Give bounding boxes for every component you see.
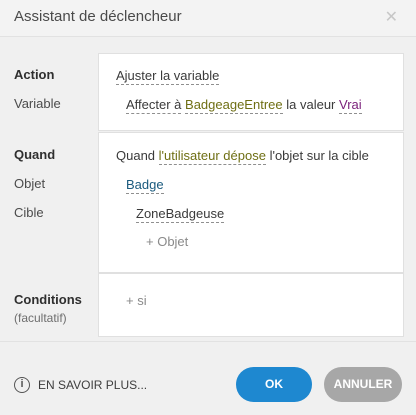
conditions-label: Conditions (14, 292, 82, 307)
action-section: Action Variable Ajuster la variable Affe… (0, 53, 416, 133)
add-object-button[interactable]: + Objet (146, 234, 188, 249)
variable-prefix: Affecter à (126, 97, 182, 114)
cancel-button[interactable]: ANNULER (324, 367, 402, 402)
info-icon[interactable]: i (14, 377, 30, 393)
learn-more-link[interactable]: EN SAVOIR PLUS... (38, 378, 147, 392)
close-icon[interactable]: ✕ (385, 7, 398, 27)
action-type-select[interactable]: Ajuster la variable (116, 68, 220, 85)
variable-name-select[interactable]: BadgeageEntree (185, 97, 283, 114)
when-section: Quand Objet Cible Quand l'utilisateur dé… (0, 132, 416, 273)
ok-button[interactable]: OK (236, 367, 312, 402)
target-select[interactable]: ZoneBadgeuse (136, 206, 225, 223)
when-sentence: Quand l'utilisateur dépose l'objet sur l… (116, 148, 369, 165)
object-label: Objet (14, 176, 46, 191)
target-label: Cible (14, 205, 44, 220)
action-label: Action (14, 67, 55, 82)
dialog-title: Assistant de déclencheur (14, 8, 182, 25)
dialog-content: Action Variable Ajuster la variable Affe… (0, 37, 416, 341)
conditions-sublabel: (facultatif) (14, 311, 67, 325)
dialog-title-bar: Assistant de déclencheur ✕ (0, 0, 416, 37)
when-box: Quand l'utilisateur dépose l'objet sur l… (98, 132, 404, 273)
dialog-footer: i EN SAVOIR PLUS... OK ANNULER (0, 341, 416, 415)
when-suffix: l'objet sur la cible (269, 148, 369, 163)
variable-value-select[interactable]: Vrai (339, 97, 362, 114)
action-box: Ajuster la variable Affecter à BadgeageE… (98, 53, 404, 131)
object-select[interactable]: Badge (126, 177, 164, 194)
when-label: Quand (14, 147, 56, 162)
when-prefix: Quand (116, 148, 156, 163)
conditions-section: Conditions (facultatif) + si (0, 273, 416, 337)
variable-middle: la valeur (286, 97, 336, 112)
add-condition-button[interactable]: + si (126, 293, 147, 308)
conditions-box: + si (98, 273, 404, 337)
variable-sentence: Affecter à BadgeageEntree la valeur Vrai (126, 97, 362, 114)
trigger-select[interactable]: l'utilisateur dépose (158, 148, 266, 165)
variable-label: Variable (14, 96, 61, 111)
